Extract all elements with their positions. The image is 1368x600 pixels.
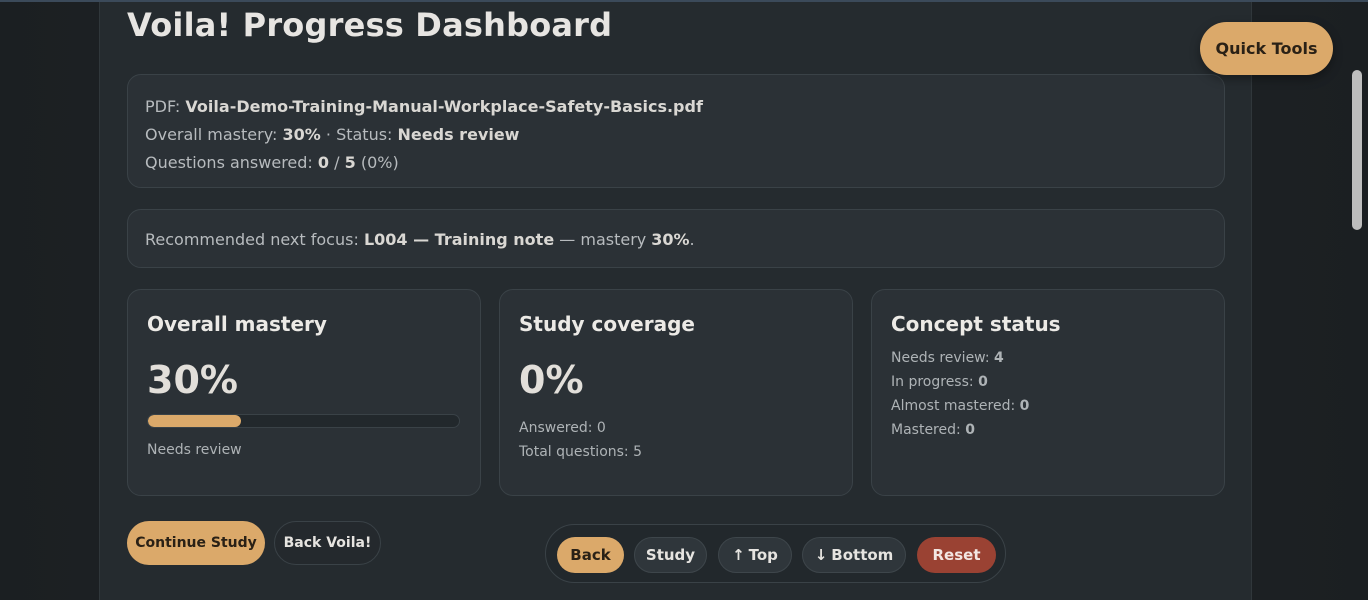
separator: · bbox=[325, 125, 331, 144]
concept-status-item: Almost mastered: 0 bbox=[891, 394, 1205, 418]
study-coverage-value: 0% bbox=[519, 358, 584, 402]
pdf-line: PDF: Voila-Demo-Training-Manual-Workplac… bbox=[145, 93, 1207, 121]
mastery-label: Overall mastery: bbox=[145, 125, 278, 144]
study-coverage-heading: Study coverage bbox=[519, 312, 695, 336]
nav-top-button[interactable]: ↑ Top bbox=[718, 537, 792, 573]
nav-bottom-label: Bottom bbox=[831, 546, 894, 564]
focus-concept: L004 — Training note bbox=[363, 230, 555, 249]
answered-percent: (0%) bbox=[360, 153, 399, 172]
concept-status-item: Mastered: 0 bbox=[891, 418, 1205, 442]
mastery-line: Overall mastery: 30% · Status: Needs rev… bbox=[145, 121, 1207, 149]
continue-study-button[interactable]: Continue Study bbox=[127, 521, 265, 565]
arrow-down-icon: ↓ bbox=[814, 546, 828, 564]
pdf-name: Voila-Demo-Training-Manual-Workplace-Saf… bbox=[185, 97, 703, 116]
coverage-total: Total questions: 5 bbox=[519, 444, 642, 460]
overall-mastery-value: 30% bbox=[147, 358, 238, 402]
arrow-up-icon: ↑ bbox=[732, 546, 745, 564]
concept-status-item: Needs review: 4 bbox=[891, 346, 1205, 370]
dashboard-panel: Voila! Progress Dashboard PDF: Voila-Dem… bbox=[99, 2, 1252, 600]
concept-status-list: Needs review: 4 In progress: 0 Almost ma… bbox=[891, 346, 1205, 442]
coverage-details: Answered: 0 Total questions: 5 bbox=[519, 416, 833, 464]
focus-prefix: Recommended next focus: bbox=[145, 230, 359, 249]
concept-status-value: 0 bbox=[965, 422, 975, 438]
nav-top-label: Top bbox=[748, 546, 778, 564]
answered-label: Questions answered: bbox=[145, 153, 313, 172]
status-label: Status: bbox=[336, 125, 393, 144]
overall-mastery-heading: Overall mastery bbox=[147, 312, 327, 336]
answered-line: Questions answered: 0 / 5 (0%) bbox=[145, 149, 1207, 177]
status-value: Needs review bbox=[397, 125, 520, 144]
overall-mastery-card: Overall mastery 30% Needs review bbox=[127, 289, 481, 496]
concept-status-card: Concept status Needs review: 4 In progre… bbox=[871, 289, 1225, 496]
coverage-answered: Answered: 0 bbox=[519, 420, 606, 436]
mastery-progress-bar bbox=[147, 414, 460, 428]
back-voila-button[interactable]: Back Voila! bbox=[274, 521, 381, 565]
focus-mastery: 30% bbox=[651, 230, 690, 249]
concept-status-value: 0 bbox=[1019, 398, 1030, 414]
answered-separator: / bbox=[334, 153, 340, 172]
concept-status-value: 0 bbox=[978, 374, 988, 390]
focus-mid: — mastery bbox=[559, 230, 647, 249]
page-title: Voila! Progress Dashboard bbox=[127, 6, 613, 44]
answered-count: 0 bbox=[317, 153, 330, 172]
concept-status-value: 4 bbox=[994, 350, 1004, 366]
study-coverage-card: Study coverage 0% Answered: 0 Total ques… bbox=[499, 289, 853, 496]
mastery-progress-fill bbox=[148, 415, 242, 427]
floating-nav-bar: Back Study ↑ Top ↓ Bottom Reset bbox=[545, 524, 1006, 583]
nav-back-button[interactable]: Back bbox=[557, 537, 624, 573]
focus-suffix: . bbox=[689, 230, 695, 249]
mastery-status: Needs review bbox=[147, 442, 242, 458]
summary-card: PDF: Voila-Demo-Training-Manual-Workplac… bbox=[127, 74, 1225, 188]
nav-study-button[interactable]: Study bbox=[634, 537, 707, 573]
concept-status-label: In progress: bbox=[891, 374, 974, 390]
mastery-value: 30% bbox=[282, 125, 321, 144]
total-count: 5 bbox=[344, 153, 356, 172]
page-scrollbar[interactable] bbox=[1352, 70, 1362, 230]
concept-status-label: Needs review: bbox=[891, 350, 990, 366]
quick-tools-button[interactable]: Quick Tools bbox=[1200, 22, 1333, 75]
pdf-label: PDF: bbox=[145, 97, 181, 116]
nav-bottom-button[interactable]: ↓ Bottom bbox=[802, 537, 906, 573]
nav-reset-button[interactable]: Reset bbox=[917, 537, 996, 573]
concept-status-label: Almost mastered: bbox=[891, 398, 1016, 414]
concept-status-item: In progress: 0 bbox=[891, 370, 1205, 394]
next-focus-card: Recommended next focus: L004 — Training … bbox=[127, 209, 1225, 268]
concept-status-heading: Concept status bbox=[891, 312, 1061, 336]
concept-status-label: Mastered: bbox=[891, 422, 961, 438]
